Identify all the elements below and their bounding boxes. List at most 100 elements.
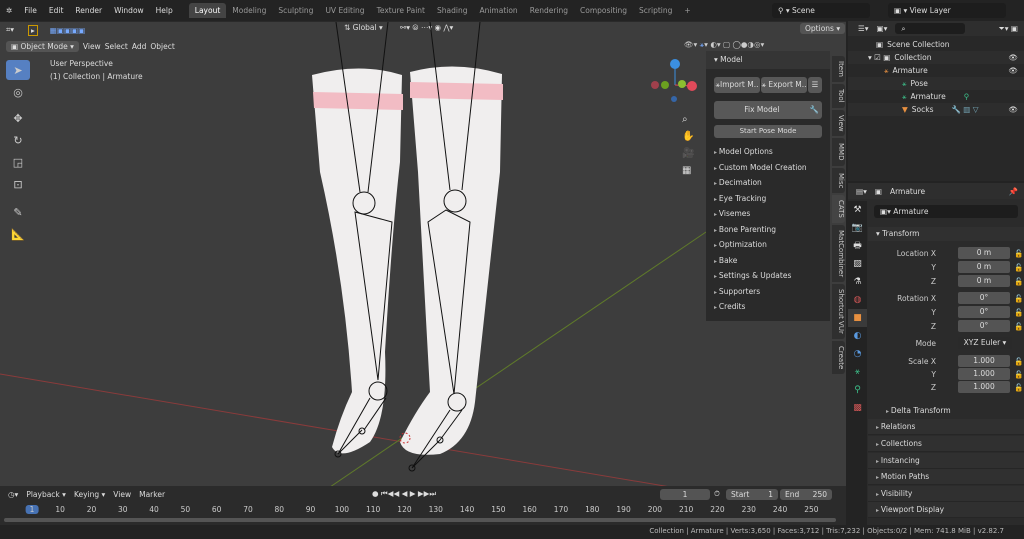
lock-icon[interactable]: 🔓 <box>1014 275 1023 288</box>
tab-mmd[interactable]: MMD <box>832 138 845 166</box>
section-viewport-display[interactable]: Viewport Display <box>868 502 1024 518</box>
tab-create[interactable]: Create <box>832 340 845 375</box>
editor-type-icon[interactable]: ◷▾ <box>8 490 18 499</box>
section-settings-updates[interactable]: Settings & Updates <box>706 268 830 284</box>
lock-icon[interactable]: 🔓 <box>1014 355 1023 368</box>
tab-shortcut-vur[interactable]: Shortcut VUr <box>832 284 845 339</box>
scale-y-field[interactable]: 1.000 <box>958 368 1010 380</box>
grid-perspective-icon[interactable]: ▦ <box>682 165 694 176</box>
armature-data-tab-icon[interactable]: ⚹ <box>848 363 867 381</box>
section-decimation[interactable]: Decimation <box>706 175 830 191</box>
start-frame-field[interactable]: Start 1 <box>726 489 778 500</box>
end-frame-field[interactable]: End 250 <box>780 489 832 500</box>
section-visibility[interactable]: Visibility <box>868 486 1024 502</box>
outliner-row-armature-data[interactable]: ⚹ Armature ⚲ <box>848 90 1024 103</box>
tab-view[interactable]: View <box>832 109 845 137</box>
editor-type-icon[interactable]: ▤▾ <box>856 187 867 196</box>
import-model-button[interactable]: ⚹Import M.. <box>714 77 760 93</box>
scene-tab-icon[interactable]: ⚗ <box>848 273 867 291</box>
outliner-row-armature[interactable]: ⚹ Armature 👁 <box>848 64 1024 77</box>
outliner-row-scene-collection[interactable]: ▣ Scene Collection <box>848 38 1024 51</box>
tab-texture-paint[interactable]: Texture Paint <box>371 3 431 18</box>
tab-shading[interactable]: Shading <box>431 3 473 18</box>
output-tab-icon[interactable]: 🖶 <box>848 237 867 255</box>
section-collections[interactable]: Collections <box>868 436 1024 452</box>
transform-section-header[interactable]: ▾ Transform <box>868 227 1024 241</box>
current-frame-field[interactable]: 1 <box>660 489 710 500</box>
outliner-search-input[interactable]: ⌕ <box>895 23 966 34</box>
menu-help[interactable]: Help <box>150 6 179 15</box>
playback-menu[interactable]: Playback ▾ <box>26 490 66 499</box>
lock-icon[interactable]: 🔓 <box>1014 381 1023 394</box>
section-motion-paths[interactable]: Motion Paths <box>868 469 1024 485</box>
view-layer-tab-icon[interactable]: ▨ <box>848 255 867 273</box>
section-credits[interactable]: Credits <box>706 299 830 315</box>
playback-controls[interactable]: ● ⏮◀◀ ◀ ▶ ▶▶⏭ <box>372 489 436 499</box>
tab-layout[interactable]: Layout <box>188 3 227 18</box>
section-model-options[interactable]: Model Options <box>706 144 830 160</box>
section-eye-tracking[interactable]: Eye Tracking <box>706 191 830 207</box>
menu-render[interactable]: Render <box>69 6 108 15</box>
rotation-x-field[interactable]: 0° <box>958 292 1010 304</box>
render-tab-icon[interactable]: 📷 <box>848 219 867 237</box>
tab-scripting[interactable]: Scripting <box>633 3 678 18</box>
lock-icon[interactable]: 🔓 <box>1014 368 1023 381</box>
tab-cats[interactable]: CATS <box>832 195 845 223</box>
lock-icon[interactable]: 🔓 <box>1014 292 1023 305</box>
eye-icon[interactable]: 👁 <box>1008 51 1024 64</box>
pan-hand-icon[interactable]: ✋ <box>682 131 694 142</box>
section-custom-model-creation[interactable]: Custom Model Creation <box>706 160 830 176</box>
outliner-row-collection[interactable]: ▾ ☑ ▣ Collection 👁 <box>848 51 1024 64</box>
camera-icon[interactable]: 🎥 <box>682 148 694 159</box>
lock-icon[interactable]: 🔓 <box>1014 320 1023 333</box>
tab-tool[interactable]: Tool <box>832 83 845 108</box>
tab-modeling[interactable]: Modeling <box>226 3 272 18</box>
bone-tab-icon[interactable]: ⚲ <box>848 381 867 399</box>
keying-menu[interactable]: Keying ▾ <box>74 490 105 499</box>
location-z-field[interactable]: 0 m <box>958 275 1010 287</box>
timeline-view-menu[interactable]: View <box>113 490 131 499</box>
location-y-field[interactable]: 0 m <box>958 261 1010 273</box>
menu-icon[interactable]: ☰ <box>808 77 822 93</box>
section-optimization[interactable]: Optimization <box>706 237 830 253</box>
eye-icon[interactable]: 👁 <box>1008 103 1024 116</box>
rotation-z-field[interactable]: 0° <box>958 320 1010 332</box>
3d-viewport[interactable]: ⌗▾ ▸ ▦▣▣▣▣ ⇅ Global ▾ ⚯▾ ⦾ ⋯▾ ◉ ⋀▾ ▣ Obj… <box>0 21 846 487</box>
filter-view-icon[interactable]: ▣▾ <box>877 24 888 33</box>
scene-selector[interactable]: ⚲ ▾ Scene <box>772 3 870 18</box>
tab-misc[interactable]: Misc <box>832 167 845 194</box>
section-delta-transform[interactable]: Delta Transform <box>878 403 1024 419</box>
scale-x-field[interactable]: 1.000 <box>958 355 1010 367</box>
filter-icon[interactable]: ⏷▾ ▣ <box>999 24 1024 34</box>
tab-uv-editing[interactable]: UV Editing <box>319 3 370 18</box>
tab-compositing[interactable]: Compositing <box>574 3 633 18</box>
lock-icon[interactable]: 🔓 <box>1014 247 1023 260</box>
fix-model-button[interactable]: Fix Model 🔧 <box>714 101 822 119</box>
stopwatch-icon[interactable]: ⏱ <box>714 489 720 499</box>
menu-edit[interactable]: Edit <box>43 6 70 15</box>
tool-tab-icon[interactable]: ⚒ <box>848 201 867 219</box>
export-model-button[interactable]: ⚹ Export M.. <box>761 77 807 93</box>
display-mode-icon[interactable]: ☰▾ <box>858 24 869 33</box>
modifier-tab-icon[interactable]: ◐ <box>848 327 867 345</box>
section-instancing[interactable]: Instancing <box>868 453 1024 469</box>
location-x-field[interactable]: 0 m <box>958 247 1010 259</box>
lock-icon[interactable]: 🔓 <box>1014 261 1023 274</box>
world-tab-icon[interactable]: ◍ <box>848 291 867 309</box>
tab-matcombiner[interactable]: MatCombiner <box>832 225 845 283</box>
scale-z-field[interactable]: 1.000 <box>958 381 1010 393</box>
section-visemes[interactable]: Visemes <box>706 206 830 222</box>
object-name-field[interactable]: ▣▾ Armature <box>874 205 1018 218</box>
section-bone-parenting[interactable]: Bone Parenting <box>706 222 830 238</box>
marker-menu[interactable]: Marker <box>139 490 165 499</box>
rotation-mode-dropdown[interactable]: XYZ Euler ▾ <box>958 337 1012 349</box>
section-bake[interactable]: Bake <box>706 253 830 269</box>
zoom-icon[interactable]: ⌕ <box>682 114 694 125</box>
outliner-row-socks[interactable]: ▼ Socks 🔧 ▥ ▽ 👁 <box>848 103 1024 116</box>
add-workspace-button[interactable]: + <box>678 3 696 18</box>
section-supporters[interactable]: Supporters <box>706 284 830 300</box>
tab-rendering[interactable]: Rendering <box>524 3 574 18</box>
start-pose-mode-button[interactable]: Start Pose Mode <box>714 125 822 138</box>
tab-sculpting[interactable]: Sculpting <box>272 3 319 18</box>
object-tab-icon[interactable]: ■ <box>848 309 867 327</box>
